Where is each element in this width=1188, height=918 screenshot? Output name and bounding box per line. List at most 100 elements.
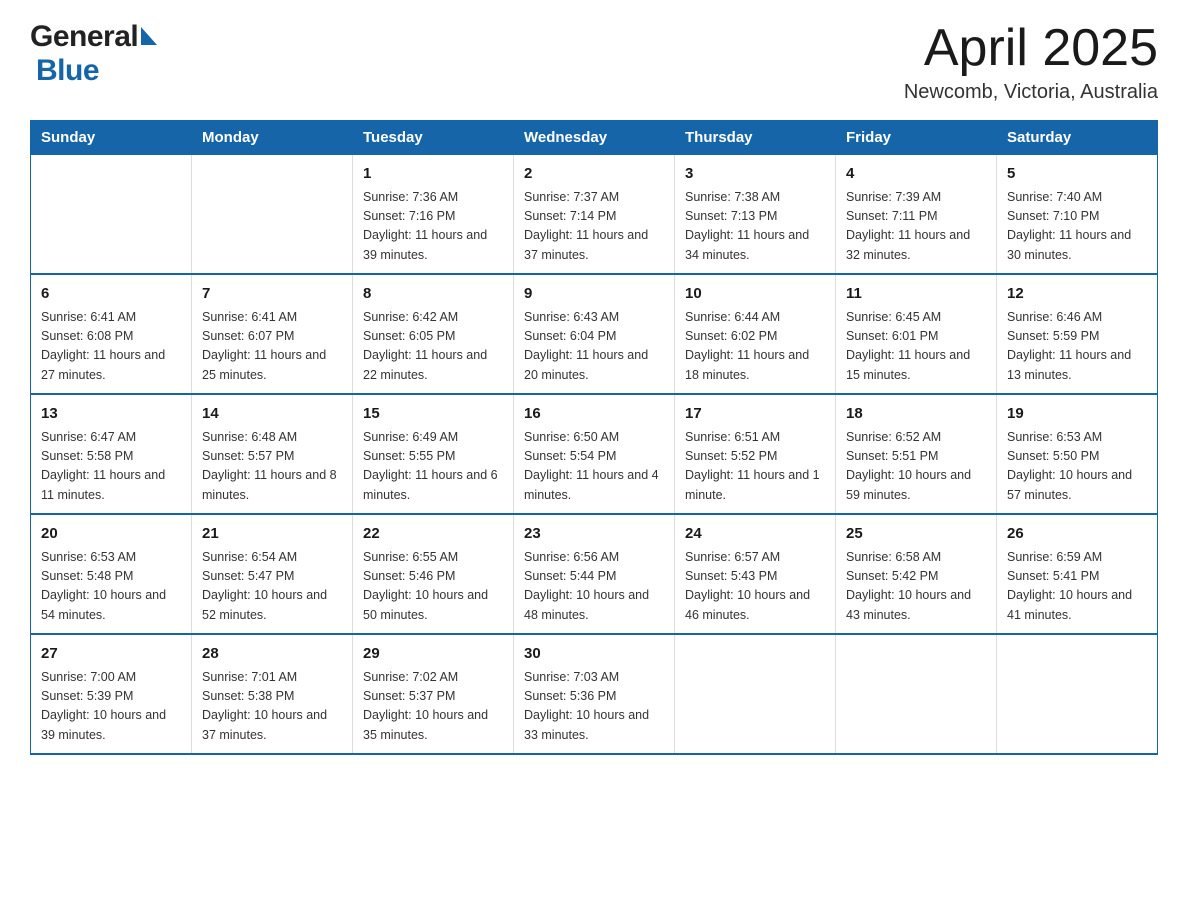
calendar-cell: 12Sunrise: 6:46 AM Sunset: 5:59 PM Dayli… [997, 274, 1158, 394]
day-info: Sunrise: 6:41 AM Sunset: 6:07 PM Dayligh… [202, 308, 342, 386]
calendar-cell [997, 634, 1158, 754]
calendar-week-2: 6Sunrise: 6:41 AM Sunset: 6:08 PM Daylig… [31, 274, 1158, 394]
day-number: 9 [524, 283, 664, 306]
day-number: 20 [41, 523, 181, 546]
day-number: 26 [1007, 523, 1147, 546]
calendar-cell: 5Sunrise: 7:40 AM Sunset: 7:10 PM Daylig… [997, 155, 1158, 275]
day-number: 25 [846, 523, 986, 546]
day-info: Sunrise: 7:00 AM Sunset: 5:39 PM Dayligh… [41, 668, 181, 746]
day-number: 23 [524, 523, 664, 546]
day-info: Sunrise: 6:41 AM Sunset: 6:08 PM Dayligh… [41, 308, 181, 386]
day-info: Sunrise: 6:59 AM Sunset: 5:41 PM Dayligh… [1007, 548, 1147, 626]
day-info: Sunrise: 7:01 AM Sunset: 5:38 PM Dayligh… [202, 668, 342, 746]
day-number: 2 [524, 163, 664, 186]
calendar-cell: 29Sunrise: 7:02 AM Sunset: 5:37 PM Dayli… [353, 634, 514, 754]
calendar-subtitle: Newcomb, Victoria, Australia [904, 81, 1158, 104]
calendar-cell: 25Sunrise: 6:58 AM Sunset: 5:42 PM Dayli… [836, 514, 997, 634]
header-cell-sunday: Sunday [31, 121, 192, 155]
day-info: Sunrise: 7:37 AM Sunset: 7:14 PM Dayligh… [524, 188, 664, 266]
calendar-cell: 18Sunrise: 6:52 AM Sunset: 5:51 PM Dayli… [836, 394, 997, 514]
calendar-cell: 28Sunrise: 7:01 AM Sunset: 5:38 PM Dayli… [192, 634, 353, 754]
calendar-cell [192, 155, 353, 275]
calendar-cell: 14Sunrise: 6:48 AM Sunset: 5:57 PM Dayli… [192, 394, 353, 514]
calendar-cell: 7Sunrise: 6:41 AM Sunset: 6:07 PM Daylig… [192, 274, 353, 394]
day-info: Sunrise: 6:58 AM Sunset: 5:42 PM Dayligh… [846, 548, 986, 626]
day-info: Sunrise: 7:03 AM Sunset: 5:36 PM Dayligh… [524, 668, 664, 746]
day-info: Sunrise: 6:44 AM Sunset: 6:02 PM Dayligh… [685, 308, 825, 386]
calendar-cell: 16Sunrise: 6:50 AM Sunset: 5:54 PM Dayli… [514, 394, 675, 514]
calendar-cell: 1Sunrise: 7:36 AM Sunset: 7:16 PM Daylig… [353, 155, 514, 275]
day-info: Sunrise: 6:50 AM Sunset: 5:54 PM Dayligh… [524, 428, 664, 506]
day-info: Sunrise: 6:56 AM Sunset: 5:44 PM Dayligh… [524, 548, 664, 626]
day-info: Sunrise: 6:45 AM Sunset: 6:01 PM Dayligh… [846, 308, 986, 386]
day-info: Sunrise: 7:02 AM Sunset: 5:37 PM Dayligh… [363, 668, 503, 746]
calendar-week-1: 1Sunrise: 7:36 AM Sunset: 7:16 PM Daylig… [31, 155, 1158, 275]
day-info: Sunrise: 7:36 AM Sunset: 7:16 PM Dayligh… [363, 188, 503, 266]
header-cell-friday: Friday [836, 121, 997, 155]
calendar-cell: 26Sunrise: 6:59 AM Sunset: 5:41 PM Dayli… [997, 514, 1158, 634]
day-info: Sunrise: 6:49 AM Sunset: 5:55 PM Dayligh… [363, 428, 503, 506]
day-info: Sunrise: 7:39 AM Sunset: 7:11 PM Dayligh… [846, 188, 986, 266]
calendar-cell [31, 155, 192, 275]
calendar-cell: 27Sunrise: 7:00 AM Sunset: 5:39 PM Dayli… [31, 634, 192, 754]
calendar-header: SundayMondayTuesdayWednesdayThursdayFrid… [31, 121, 1158, 155]
day-number: 6 [41, 283, 181, 306]
day-info: Sunrise: 6:52 AM Sunset: 5:51 PM Dayligh… [846, 428, 986, 506]
day-number: 19 [1007, 403, 1147, 426]
calendar-cell: 6Sunrise: 6:41 AM Sunset: 6:08 PM Daylig… [31, 274, 192, 394]
calendar-table: SundayMondayTuesdayWednesdayThursdayFrid… [30, 120, 1158, 755]
day-number: 4 [846, 163, 986, 186]
header-cell-wednesday: Wednesday [514, 121, 675, 155]
calendar-cell: 8Sunrise: 6:42 AM Sunset: 6:05 PM Daylig… [353, 274, 514, 394]
day-info: Sunrise: 7:40 AM Sunset: 7:10 PM Dayligh… [1007, 188, 1147, 266]
logo-arrow-icon [141, 27, 157, 45]
calendar-title: April 2025 [904, 20, 1158, 77]
day-number: 1 [363, 163, 503, 186]
day-number: 15 [363, 403, 503, 426]
logo: General Blue [30, 20, 157, 88]
day-number: 29 [363, 643, 503, 666]
calendar-cell: 21Sunrise: 6:54 AM Sunset: 5:47 PM Dayli… [192, 514, 353, 634]
day-number: 28 [202, 643, 342, 666]
calendar-cell: 17Sunrise: 6:51 AM Sunset: 5:52 PM Dayli… [675, 394, 836, 514]
calendar-cell: 2Sunrise: 7:37 AM Sunset: 7:14 PM Daylig… [514, 155, 675, 275]
calendar-cell: 10Sunrise: 6:44 AM Sunset: 6:02 PM Dayli… [675, 274, 836, 394]
day-info: Sunrise: 6:47 AM Sunset: 5:58 PM Dayligh… [41, 428, 181, 506]
day-info: Sunrise: 6:53 AM Sunset: 5:50 PM Dayligh… [1007, 428, 1147, 506]
day-number: 30 [524, 643, 664, 666]
calendar-cell: 15Sunrise: 6:49 AM Sunset: 5:55 PM Dayli… [353, 394, 514, 514]
day-info: Sunrise: 6:53 AM Sunset: 5:48 PM Dayligh… [41, 548, 181, 626]
calendar-cell: 22Sunrise: 6:55 AM Sunset: 5:46 PM Dayli… [353, 514, 514, 634]
day-info: Sunrise: 7:38 AM Sunset: 7:13 PM Dayligh… [685, 188, 825, 266]
header-cell-tuesday: Tuesday [353, 121, 514, 155]
logo-general-row: General [30, 20, 157, 54]
calendar-body: 1Sunrise: 7:36 AM Sunset: 7:16 PM Daylig… [31, 155, 1158, 755]
calendar-cell [836, 634, 997, 754]
calendar-week-3: 13Sunrise: 6:47 AM Sunset: 5:58 PM Dayli… [31, 394, 1158, 514]
title-block: April 2025 Newcomb, Victoria, Australia [904, 20, 1158, 104]
day-number: 22 [363, 523, 503, 546]
day-number: 13 [41, 403, 181, 426]
day-number: 7 [202, 283, 342, 306]
day-number: 14 [202, 403, 342, 426]
day-info: Sunrise: 6:55 AM Sunset: 5:46 PM Dayligh… [363, 548, 503, 626]
day-number: 8 [363, 283, 503, 306]
calendar-cell: 3Sunrise: 7:38 AM Sunset: 7:13 PM Daylig… [675, 155, 836, 275]
day-number: 27 [41, 643, 181, 666]
day-info: Sunrise: 6:48 AM Sunset: 5:57 PM Dayligh… [202, 428, 342, 506]
header-cell-monday: Monday [192, 121, 353, 155]
calendar-cell: 13Sunrise: 6:47 AM Sunset: 5:58 PM Dayli… [31, 394, 192, 514]
page-header: General Blue April 2025 Newcomb, Victori… [30, 20, 1158, 104]
day-number: 18 [846, 403, 986, 426]
calendar-cell [675, 634, 836, 754]
logo-general-text: General [30, 20, 138, 54]
calendar-week-5: 27Sunrise: 7:00 AM Sunset: 5:39 PM Dayli… [31, 634, 1158, 754]
calendar-week-4: 20Sunrise: 6:53 AM Sunset: 5:48 PM Dayli… [31, 514, 1158, 634]
calendar-cell: 23Sunrise: 6:56 AM Sunset: 5:44 PM Dayli… [514, 514, 675, 634]
calendar-cell: 11Sunrise: 6:45 AM Sunset: 6:01 PM Dayli… [836, 274, 997, 394]
day-number: 10 [685, 283, 825, 306]
day-number: 5 [1007, 163, 1147, 186]
day-info: Sunrise: 6:54 AM Sunset: 5:47 PM Dayligh… [202, 548, 342, 626]
calendar-cell: 20Sunrise: 6:53 AM Sunset: 5:48 PM Dayli… [31, 514, 192, 634]
calendar-cell: 4Sunrise: 7:39 AM Sunset: 7:11 PM Daylig… [836, 155, 997, 275]
